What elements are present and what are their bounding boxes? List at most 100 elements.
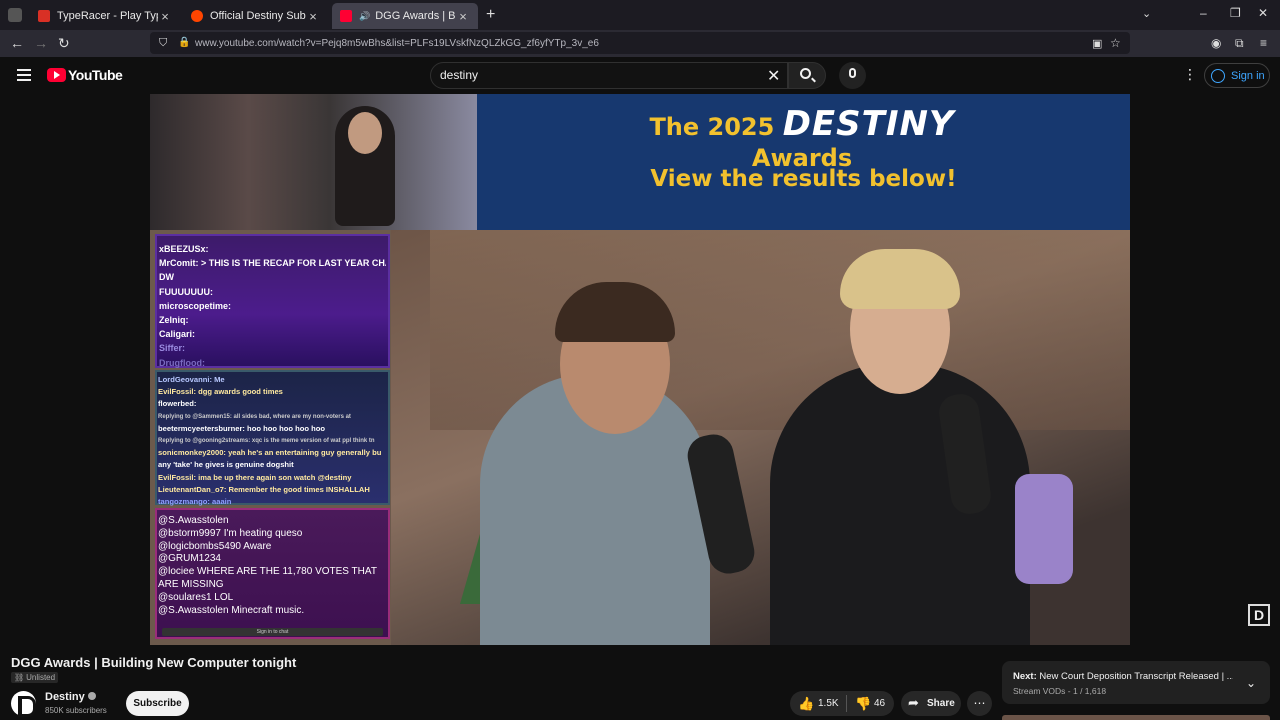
subscribe-button[interactable]: Subscribe <box>126 691 189 716</box>
close-tab-icon[interactable]: × <box>456 9 470 24</box>
close-window-icon[interactable]: ✕ <box>1258 6 1268 20</box>
chat-line: beetermcyeetersburner: hoo hoo hoo hoo h… <box>158 423 326 433</box>
chat-line: microscopetime: <box>159 300 232 311</box>
chat-line: @soulares1 LOL <box>158 591 234 603</box>
youtube-logo-icon[interactable] <box>47 68 66 82</box>
bookmark-star-icon[interactable]: ☆ <box>1110 36 1121 50</box>
reader-view-icon[interactable]: ▣ <box>1092 37 1102 50</box>
extensions-icon[interactable]: ⧉ <box>1235 36 1244 51</box>
tab-overview-icon[interactable] <box>8 8 22 22</box>
dislike-count[interactable]: 46 <box>874 698 885 709</box>
subscriber-count: 850K subscribers <box>45 706 107 715</box>
search-input[interactable] <box>440 68 760 82</box>
chat-line: sonicmonkey2000: yeah he's an entertaini… <box>158 448 382 458</box>
awards-banner: The 2025 DESTINY Awards View the results… <box>477 94 1130 230</box>
tab-title: TypeRacer - Play Typing Games <box>57 10 158 22</box>
account-icon[interactable]: ◉ <box>1211 36 1221 50</box>
shield-icon[interactable]: ⛉ <box>159 37 167 50</box>
destiny-logo-text: DESTINY <box>782 104 955 144</box>
chat-line: @bstorm9997 I'm heating queso <box>158 527 303 539</box>
app-menu-icon[interactable]: ≡ <box>1260 36 1267 50</box>
verified-icon <box>87 692 96 700</box>
reload-icon[interactable]: ↻ <box>58 35 70 52</box>
search-icon[interactable] <box>800 68 811 79</box>
video-player[interactable]: The 2025 DESTINY Awards View the results… <box>150 94 1130 645</box>
thumbs-up-icon[interactable]: 👍 <box>798 696 814 712</box>
close-tab-icon[interactable]: × <box>306 9 320 24</box>
close-tab-icon[interactable]: × <box>158 9 172 24</box>
banner-title: The 2025 DESTINY Awards <box>649 104 955 172</box>
unlisted-badge: ⛓ Unlisted <box>11 672 59 683</box>
webcam-overlay <box>150 94 477 230</box>
more-options-icon[interactable]: ⋮ <box>1183 66 1197 83</box>
chat-line: LordGeovanni: Me <box>158 375 225 384</box>
playlist-position: Stream VODs - 1 / 1,618 <box>1013 686 1107 696</box>
browser-tab-bar: TypeRacer - Play Typing Games × Official… <box>0 0 1280 30</box>
thumbs-down-icon[interactable]: 👎 <box>855 696 871 712</box>
like-divider <box>846 695 847 712</box>
back-icon[interactable]: ← <box>10 35 24 51</box>
chat-line: Drugflood: <box>159 357 205 368</box>
typeracer-favicon-icon <box>38 10 50 22</box>
chat-line: Replying to @gooning2streams: xqc is the… <box>158 438 375 445</box>
tab-title: Official Destiny Subreddit <box>210 10 306 22</box>
chat-signin-bar: Sign in to chat <box>162 628 383 636</box>
chat-line: DW <box>159 272 174 283</box>
chat-line: LieutenantDan_o7: Remember the good time… <box>158 484 370 494</box>
restore-icon[interactable]: ❐ <box>1230 6 1241 20</box>
lock-icon[interactable]: 🔒 <box>178 37 190 48</box>
clear-search-icon[interactable]: ✕ <box>767 66 780 86</box>
reddit-favicon-icon <box>191 10 203 22</box>
chat-line: @S.Awasstolen Minecraft music. <box>158 604 305 616</box>
chat-line: MrComit: > THIS IS THE RECAP FOR LAST YE… <box>159 258 386 269</box>
chat-line: FUUUUUUU: <box>159 286 213 297</box>
chat-line: @S.Awasstolen <box>158 515 229 526</box>
channel-watermark-icon[interactable]: D <box>1248 604 1270 626</box>
chat-line: Caligari: <box>159 329 196 340</box>
next-video-label[interactable]: Next: New Court Deposition Transcript Re… <box>1013 671 1233 682</box>
channel-avatar[interactable] <box>11 691 36 717</box>
chat-line: tangozmango: aaain <box>158 497 232 507</box>
link-icon: ⛓ <box>14 673 25 682</box>
tab-destiny-subreddit[interactable]: Official Destiny Subreddit × <box>183 3 328 29</box>
chat-line: flowerbed: <box>158 399 197 409</box>
sign-in-label: Sign in <box>1231 69 1265 82</box>
banner-subtitle: View the results below! <box>650 166 957 192</box>
speaker-icon[interactable]: 🔊 <box>359 11 370 22</box>
unlisted-label: Unlisted <box>26 673 56 682</box>
tab-title: DGG Awards | Building New <box>375 10 456 22</box>
chat-panel-middle: LordGeovanni: Me EvilFossil: dgg awards … <box>155 370 390 507</box>
person-right-hair <box>840 249 960 309</box>
chat-line: Siffer: <box>159 343 186 354</box>
chat-panel-bottom: @S.Awasstolen @bstorm9997 I'm heating qu… <box>155 508 390 639</box>
person-right-body <box>770 364 1030 645</box>
more-actions-button[interactable]: ⋯ <box>967 691 992 716</box>
chat-line: @GRUM1234 <box>158 553 221 565</box>
tab-dgg-awards[interactable]: 🔊 DGG Awards | Building New × <box>332 3 478 29</box>
chevron-down-icon[interactable]: ⌄ <box>1246 676 1256 690</box>
chat-line: @lociee WHERE ARE THE 11,780 VOTES THAT … <box>158 566 377 590</box>
tab-typeracer[interactable]: TypeRacer - Play Typing Games × <box>30 3 180 29</box>
list-all-tabs-icon[interactable]: ⌄ <box>1142 7 1151 20</box>
like-count[interactable]: 1.5K <box>818 698 839 709</box>
user-icon <box>1211 68 1225 83</box>
chat-line: Zelniq: <box>159 315 189 326</box>
new-tab-icon[interactable]: + <box>486 6 495 24</box>
guide-menu-icon[interactable] <box>17 69 31 84</box>
chat-line: any 'take' he gives is genuine dogshit <box>158 460 294 470</box>
next-thumbnail-strip <box>1002 715 1270 720</box>
url-text[interactable]: www.youtube.com/watch?v=Pejq8m5wBhs&list… <box>195 38 599 49</box>
chat-line: xBEEZUSx: <box>159 244 209 254</box>
minimize-icon[interactable]: – <box>1200 6 1207 20</box>
microphone-icon[interactable] <box>849 68 856 78</box>
water-bottle <box>1015 474 1073 584</box>
forward-icon[interactable]: → <box>34 35 48 51</box>
chat-panel-top: xBEEZUSx: MrComit: > THIS IS THE RECAP F… <box>155 234 390 368</box>
share-icon[interactable]: ➦ <box>908 695 919 711</box>
chat-line: EvilFossil: ima be up there again son wa… <box>158 472 352 482</box>
next-playlist-card[interactable] <box>1002 661 1270 704</box>
youtube-logo-text[interactable]: YouTube <box>68 67 123 83</box>
sign-in-button[interactable]: Sign in <box>1204 63 1270 88</box>
channel-name[interactable]: Destiny <box>45 691 96 703</box>
share-label[interactable]: Share <box>927 698 955 709</box>
